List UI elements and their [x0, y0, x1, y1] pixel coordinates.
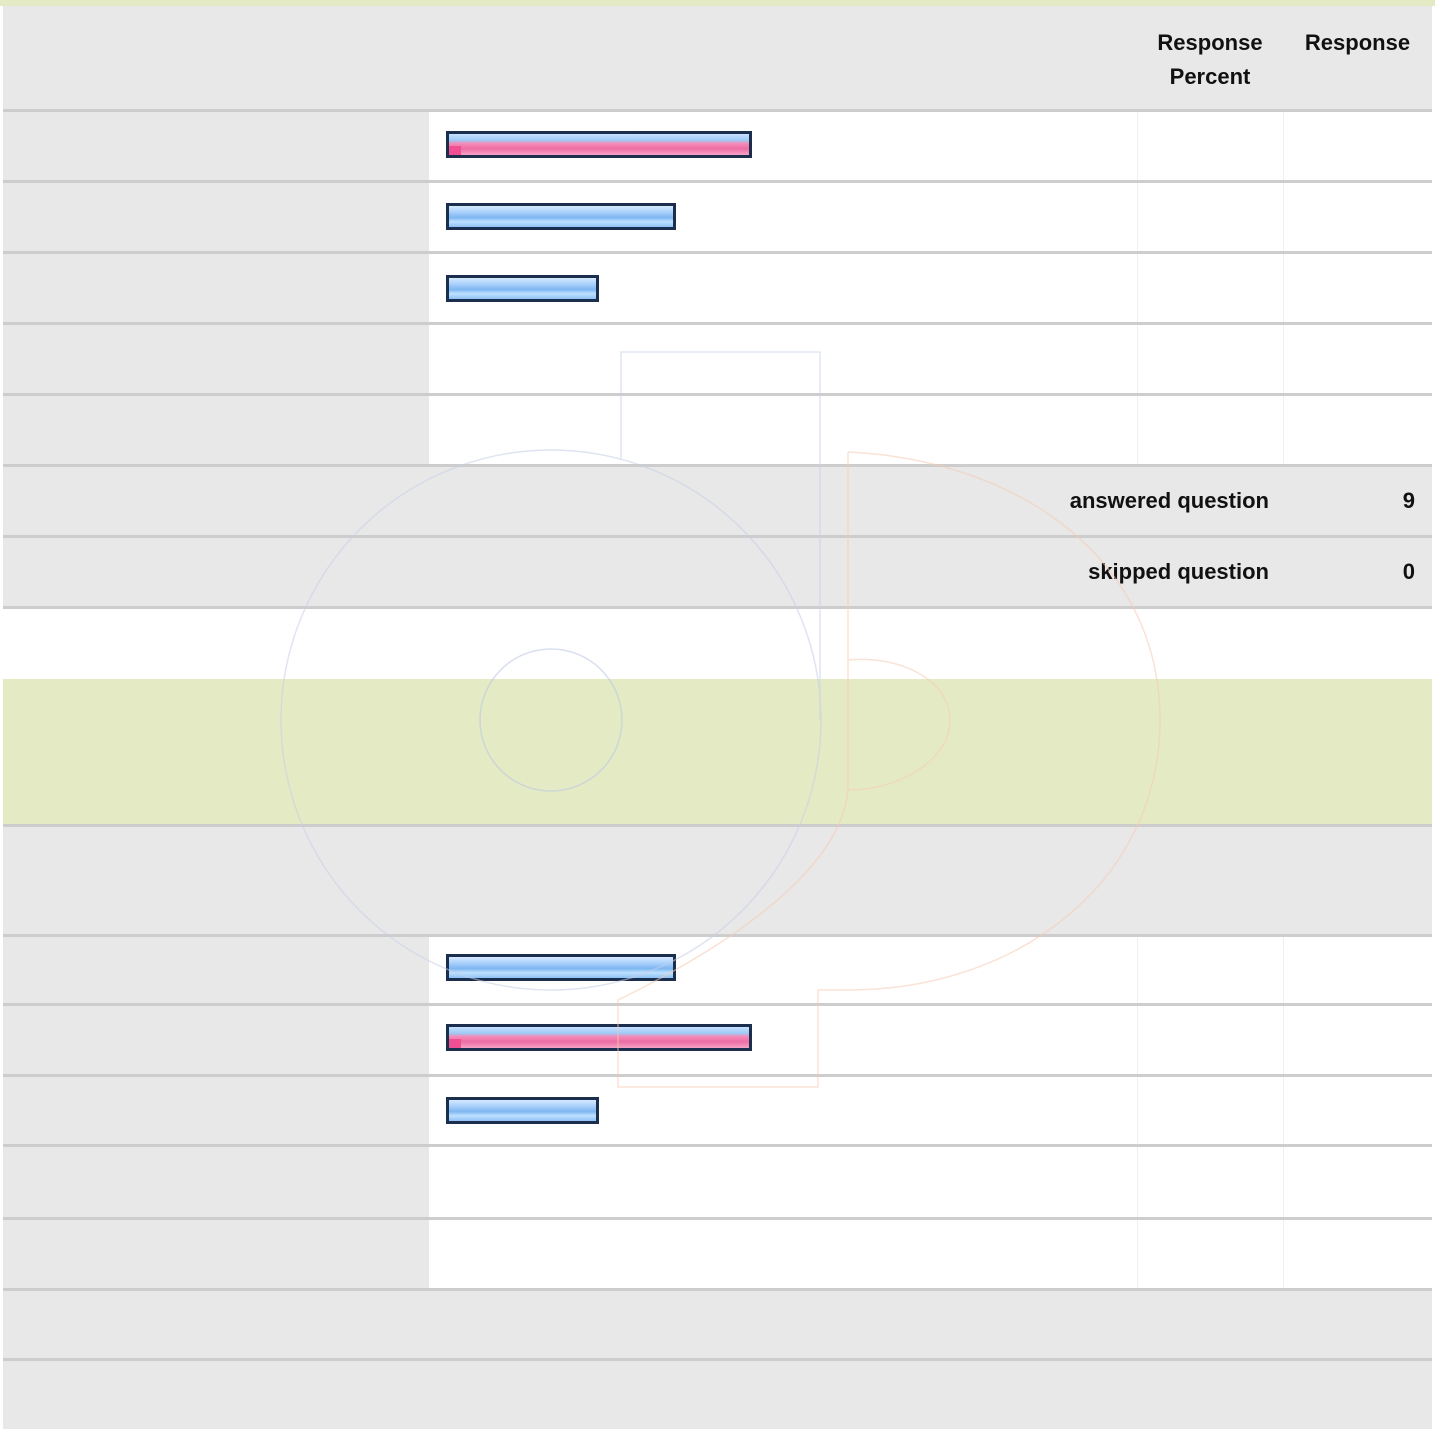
- table2-answer-row: [3, 1147, 1432, 1220]
- table2-header-row: [3, 827, 1432, 937]
- question-header-band: [3, 679, 1432, 827]
- table1-header-row: Response Percent Response: [3, 6, 1432, 112]
- table1-answer-row: [3, 112, 1432, 183]
- table1-answer-row: [3, 396, 1432, 467]
- skipped-question-label: skipped question: [1088, 559, 1269, 584]
- table2-answer-row: [3, 1220, 1432, 1291]
- answered-question-label: answered question: [1069, 488, 1269, 513]
- table2-answered-row: [3, 1291, 1432, 1361]
- skipped-question-row: skipped question 0: [3, 538, 1432, 609]
- table2-answer-row: [3, 1006, 1432, 1077]
- table1-answer-row: [3, 183, 1432, 254]
- table1-answer-row: [3, 325, 1432, 396]
- response-bar: [446, 954, 676, 981]
- response-bar: [446, 275, 599, 302]
- answered-question-row: answered question 9: [3, 467, 1432, 538]
- table2-answer-row: [3, 1077, 1432, 1147]
- response-bar: [446, 1097, 599, 1124]
- table2-skipped-row: [3, 1361, 1432, 1429]
- skipped-question-value: 0: [1402, 559, 1415, 584]
- response-percent-header: Response Percent: [1157, 30, 1263, 89]
- answered-question-value: 9: [1402, 488, 1415, 513]
- table2-answer-row: [3, 937, 1432, 1006]
- table1-answer-row: [3, 254, 1432, 325]
- response-bar: [446, 1024, 752, 1051]
- response-count-header: Response: [1304, 30, 1411, 55]
- response-bar: [446, 131, 752, 158]
- response-bar: [446, 203, 676, 230]
